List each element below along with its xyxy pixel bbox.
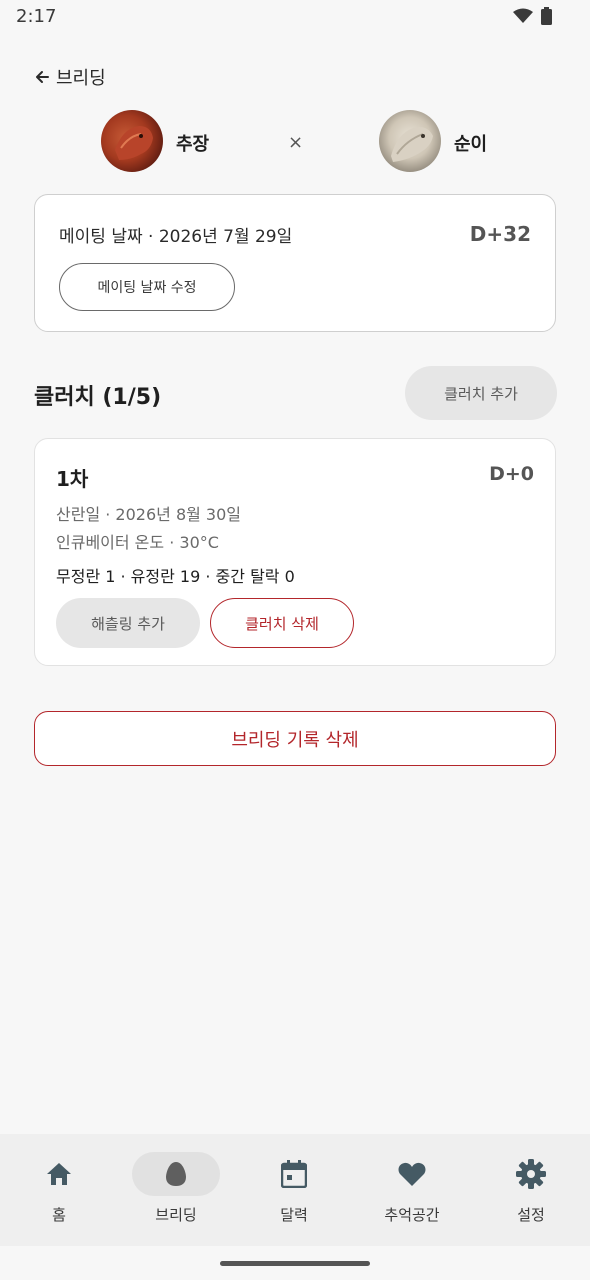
nav-label-memory: 추억공간 — [384, 1206, 440, 1224]
mating-card: 메이팅 날짜 · 2026년 7월 29일 D+32 메이팅 날짜 수정 — [34, 194, 556, 332]
delete-breeding-record-button[interactable]: 브리딩 기록 삭제 — [34, 711, 556, 766]
gesture-handle[interactable] — [220, 1261, 370, 1266]
female-lizard-image — [391, 127, 433, 162]
nav-label-calendar: 달력 — [280, 1206, 308, 1224]
status-time: 2:17 — [16, 6, 57, 27]
calendar-icon — [281, 1160, 307, 1188]
nav-item-memory[interactable]: 추억공간 — [362, 1134, 462, 1246]
egg-icon — [166, 1162, 186, 1186]
mating-dday: D+32 — [469, 222, 531, 246]
nav-item-calendar[interactable]: 달력 — [250, 1134, 338, 1246]
clutch-round: 1차 — [56, 467, 89, 491]
add-clutch-button[interactable]: 클러치 추가 — [405, 366, 557, 420]
bottom-navigation: 홈 브리딩 달력 추억공간 설정 — [0, 1134, 590, 1246]
home-icon — [47, 1163, 71, 1185]
clutch-section-title: 클러치 (1/5) — [34, 385, 162, 410]
nav-label-breeding: 브리딩 — [155, 1206, 197, 1224]
back-label: 브리딩 — [56, 68, 106, 89]
status-bar: 2:17 — [0, 0, 590, 34]
add-hatchling-button[interactable]: 해츨링 추가 — [56, 598, 200, 648]
laying-date: 산란일 · 2026년 8월 30일 — [56, 505, 242, 524]
egg-counts: 무정란 1 · 유정란 19 · 중간 탈락 0 — [56, 567, 295, 586]
nav-label-home: 홈 — [52, 1206, 66, 1224]
nav-item-home[interactable]: 홈 — [15, 1134, 103, 1246]
battery-icon — [541, 7, 552, 25]
delete-clutch-button[interactable]: 클러치 삭제 — [210, 598, 354, 648]
clutch-card: 1차 D+0 산란일 · 2026년 8월 30일 인큐베이터 온도 · 30°… — [34, 438, 556, 666]
nav-item-breeding[interactable]: 브리딩 — [132, 1134, 220, 1246]
wifi-icon — [513, 8, 533, 23]
edit-mating-date-button[interactable]: 메이팅 날짜 수정 — [59, 263, 235, 311]
status-icons — [513, 7, 552, 25]
nav-label-settings: 설정 — [517, 1206, 545, 1224]
male-name: 추장 — [176, 134, 210, 155]
male-lizard-image — [115, 126, 153, 160]
incubator-temperature: 인큐베이터 온도 · 30°C — [56, 533, 219, 552]
back-button[interactable]: 브리딩 — [34, 64, 106, 90]
male-avatar — [101, 110, 163, 172]
heart-icon — [398, 1162, 426, 1186]
female-avatar — [379, 110, 441, 172]
gear-icon — [516, 1159, 546, 1189]
clutch-dday: D+0 — [489, 463, 534, 485]
nav-item-settings[interactable]: 설정 — [487, 1134, 575, 1246]
arrow-left-icon — [36, 71, 49, 83]
female-name: 순이 — [454, 134, 488, 155]
breeding-pair: 추장 × 순이 — [0, 110, 590, 174]
mating-date: 메이팅 날짜 · 2026년 7월 29일 — [59, 227, 293, 247]
pair-separator: × — [288, 132, 304, 153]
